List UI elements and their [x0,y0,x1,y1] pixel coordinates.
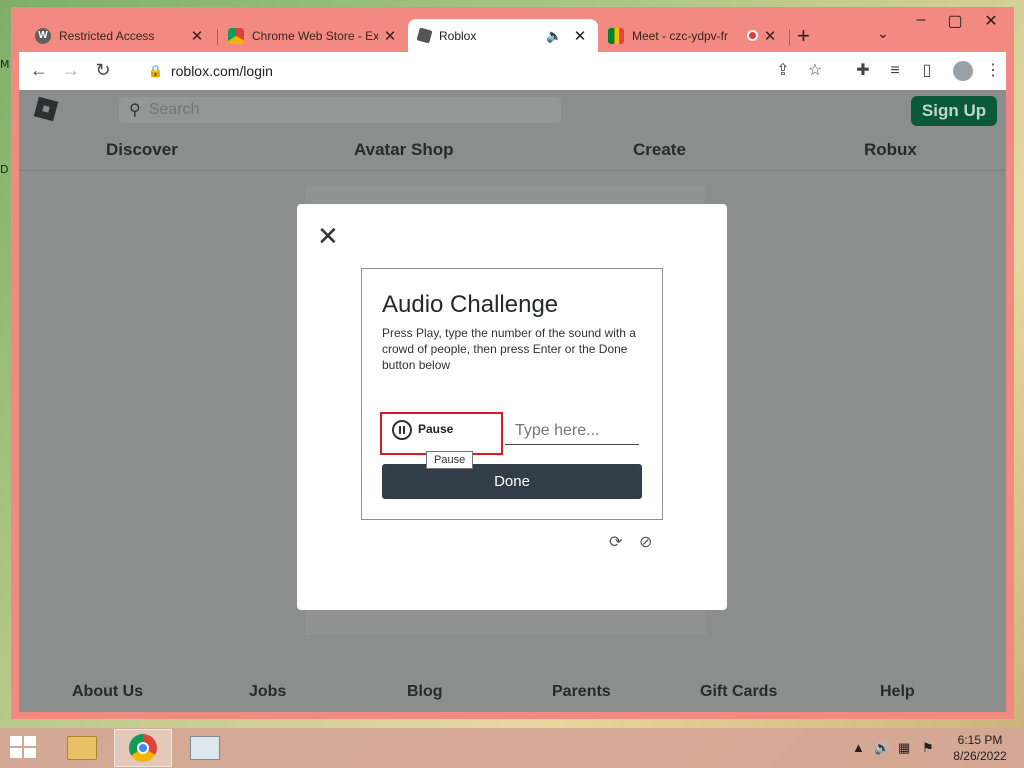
tab-restricted-access[interactable]: W Restricted Access ✕ [25,19,215,52]
challenge-instructions: Press Play, type the number of the sound… [382,326,636,372]
wordpress-icon: W [35,27,51,44]
tab-search-chevron-icon[interactable]: ⌄ [877,25,889,42]
network-icon[interactable]: ▦ [898,740,910,756]
done-button[interactable]: Done [382,464,642,499]
tab-chrome-web-store[interactable]: Chrome Web Store - Ex ✕ [218,19,408,52]
tab-title: Meet - czc-ydpv-fr [632,28,729,43]
url-text: roblox.com/login [170,63,273,79]
tab-separator [789,29,790,45]
roblox-header: ⚲ Sign Up [19,90,1006,130]
extensions-puzzle-icon[interactable]: ✚ [851,59,875,83]
minimize-button[interactable]: – [903,11,939,29]
challenge-title: Audio Challenge [382,291,559,318]
pause-label: Pause [418,422,454,436]
resource-monitor-icon[interactable] [176,729,234,767]
search-input[interactable] [148,101,529,119]
footer-blog[interactable]: Blog [407,683,443,701]
footer-help[interactable]: Help [880,683,915,701]
roblox-logo-icon[interactable] [33,96,59,122]
nav-create[interactable]: Create [633,140,686,160]
show-hidden-icons-icon[interactable]: ▲ [852,740,865,755]
profile-avatar-icon[interactable] [953,61,973,81]
media-control-icon[interactable]: ≡ [883,59,907,83]
audio-playing-icon[interactable]: 🔈 [546,28,562,44]
roblox-icon [416,27,433,44]
chrome-taskbar-icon[interactable] [114,729,172,767]
more-menu-icon[interactable]: ⋮ [981,59,1005,83]
audio-off-icon[interactable]: ⊘ [639,532,652,552]
desktop-icon-fragment: M [0,58,10,71]
nav-divider [19,170,1006,171]
clock-time: 6:15 PM [957,733,1003,747]
volume-icon[interactable]: 🔊 [874,740,890,756]
page-viewport: ⚲ Sign Up Discover Avatar Shop Create Ro… [19,90,1006,712]
search-icon: ⚲ [129,102,141,119]
footer-parents[interactable]: Parents [552,683,611,701]
browser-window: W Restricted Access ✕ Chrome Web Store -… [11,7,1014,719]
windows-start-icon[interactable] [10,736,38,760]
pause-button[interactable]: Pause [380,412,503,455]
close-tab-icon[interactable]: ✕ [382,27,398,45]
audio-challenge-panel: Audio Challenge Press Play, type the num… [361,268,663,520]
nav-avatar-shop[interactable]: Avatar Shop [354,140,454,160]
pause-tooltip: Pause [426,451,474,469]
forward-arrow-icon[interactable]: → [59,58,83,82]
refresh-challenge-icon[interactable]: ⟳ [609,532,622,552]
close-tab-icon[interactable]: ✕ [762,27,778,45]
tab-title: Restricted Access [59,28,155,43]
tab-title: Chrome Web Store - Ex [252,28,378,43]
tab-google-meet[interactable]: Meet - czc-ydpv-fr ✕ [598,19,788,52]
pause-icon [392,420,412,440]
bookmark-star-icon[interactable]: ☆ [803,59,827,83]
new-tab-button[interactable]: + [797,23,810,49]
captcha-modal: ✕ Audio Challenge Press Play, type the n… [297,204,727,610]
browser-toolbar: ← → ↻ 🔒 roblox.com/login ⇪ ☆ ✚ ≡ ▯ ⋮ [19,52,1006,90]
footer-gift-cards[interactable]: Gift Cards [700,683,777,701]
desktop-icon-fragment: D [0,163,9,176]
address-bar[interactable]: 🔒 roblox.com/login [136,56,816,86]
action-center-icon[interactable]: ⚑ [922,740,934,756]
tab-roblox[interactable]: Roblox 🔈 ✕ [408,19,598,52]
roblox-search-box[interactable]: ⚲ [119,97,561,123]
nav-discover[interactable]: Discover [106,140,178,160]
lock-icon: 🔒 [148,64,163,78]
sign-up-button[interactable]: Sign Up [911,96,997,126]
file-explorer-icon[interactable] [53,729,111,767]
recording-icon [747,30,758,41]
system-clock[interactable]: 6:15 PM 8/26/2022 [946,732,1014,764]
footer-about-us[interactable]: About Us [72,683,143,701]
maximize-button[interactable]: ▢ [937,11,973,31]
close-tab-icon[interactable]: ✕ [572,27,588,45]
footer-jobs[interactable]: Jobs [249,683,286,701]
tab-title: Roblox [439,28,477,43]
close-window-button[interactable]: ✕ [973,11,1009,31]
windows-taskbar: ▲ 🔊 ▦ ⚑ 6:15 PM 8/26/2022 [0,728,1024,768]
close-icon[interactable]: ✕ [317,223,339,249]
back-arrow-icon[interactable]: ← [27,58,51,82]
side-panel-icon[interactable]: ▯ [915,59,939,83]
clock-date: 8/26/2022 [953,749,1007,763]
reload-icon[interactable]: ↻ [91,58,115,82]
answer-input[interactable] [505,417,639,445]
chrome-web-store-icon [228,27,244,44]
nav-robux[interactable]: Robux [864,140,917,160]
tab-strip: W Restricted Access ✕ Chrome Web Store -… [11,7,1014,52]
close-tab-icon[interactable]: ✕ [189,27,205,45]
share-icon[interactable]: ⇪ [771,59,795,83]
google-meet-icon [608,27,624,44]
